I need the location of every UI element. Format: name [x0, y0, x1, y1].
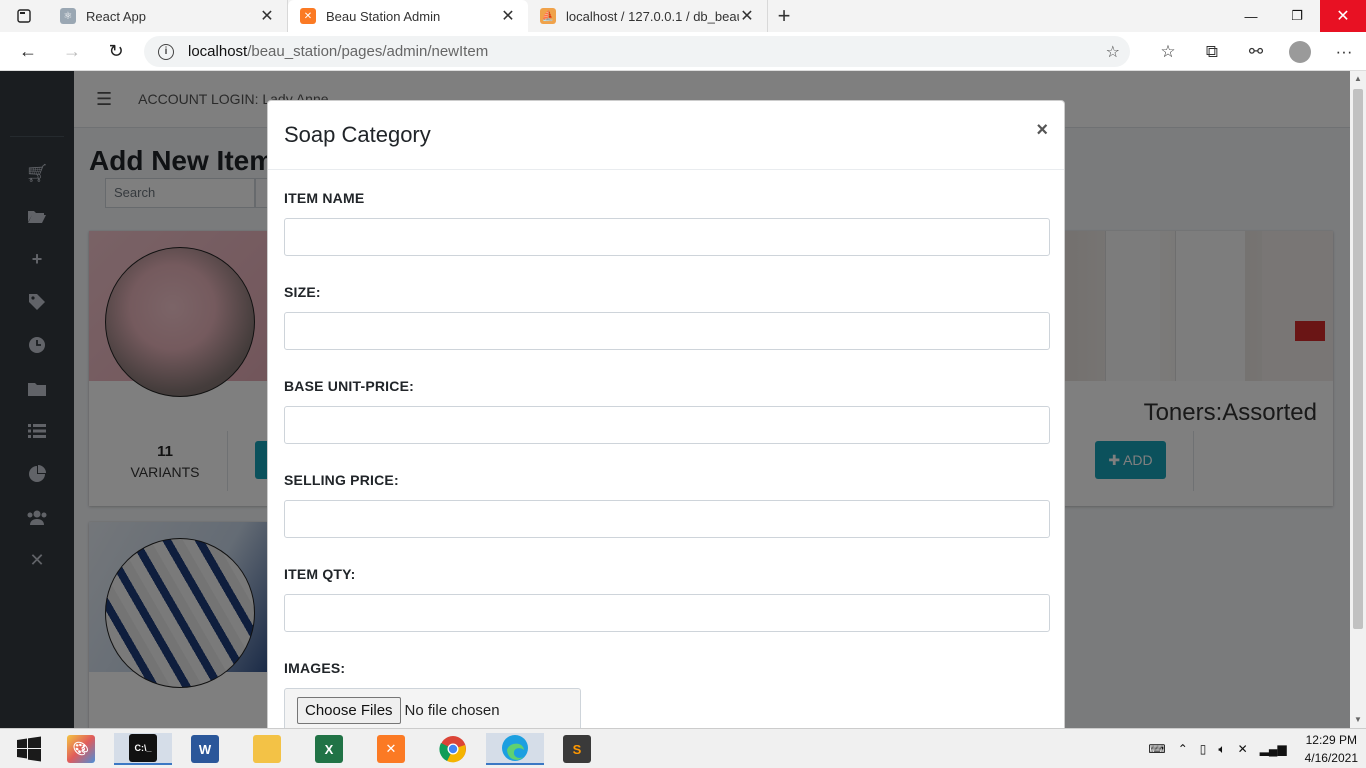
tab-label: localhost / 127.0.0.1 / db_beau_i [566, 8, 739, 24]
item-qty-input[interactable] [284, 594, 1050, 632]
close-icon[interactable]: ✕ [259, 6, 275, 26]
minimize-icon[interactable]: — [1228, 0, 1274, 32]
modal-header: Soap Category × [268, 101, 1064, 170]
collections-icon[interactable]: ⧉ [1190, 42, 1234, 62]
choose-files-button[interactable]: Choose Files [297, 696, 401, 724]
url-host: localhost [188, 43, 248, 60]
more-options-icon[interactable]: ··· [1322, 42, 1366, 62]
extensions-icon[interactable]: ⚯ [1234, 42, 1278, 62]
xampp-icon[interactable]: ✕ [362, 733, 420, 765]
forward-icon[interactable]: → [50, 32, 94, 71]
command-prompt-icon[interactable]: C:\_ [114, 733, 172, 765]
paint-icon[interactable]: 🎨︎ [52, 733, 110, 765]
window-controls: — ❐ ✕ [1228, 0, 1366, 32]
react-icon: ⚛ [60, 8, 76, 24]
browser-toolbar: ☆ ⧉ ⚯ ··· [1146, 32, 1366, 71]
scroll-down-icon[interactable]: ▼ [1350, 712, 1366, 728]
signal-icon[interactable]: ▂▄▆ [1260, 742, 1287, 756]
modal-close-button[interactable]: × [1036, 119, 1048, 142]
chrome-icon[interactable] [424, 733, 482, 765]
images-label: IMAGES: [284, 660, 346, 676]
new-tab-button[interactable]: + [768, 0, 800, 32]
word-icon[interactable]: W [176, 733, 234, 765]
selling-price-label: SELLING PRICE: [284, 472, 399, 488]
file-explorer-icon[interactable] [238, 733, 296, 765]
size-label: SIZE: [284, 284, 321, 300]
phpmyadmin-icon: ⛵ [540, 8, 556, 24]
back-icon[interactable]: ← [6, 32, 50, 71]
tab-phpmyadmin[interactable]: ⛵ localhost / 127.0.0.1 / db_beau_i ✕ [528, 0, 768, 32]
keyboard-icon[interactable]: ⌨ [1148, 742, 1165, 756]
images-file-input[interactable]: Choose Files No file chosen [284, 688, 581, 732]
file-status-text: No file chosen [404, 701, 500, 719]
base-unit-price-input[interactable] [284, 406, 1050, 444]
site-info-icon[interactable]: i [158, 43, 174, 60]
url-field[interactable]: i localhost/beau_station/pages/admin/new… [144, 36, 1130, 67]
item-name-label: ITEM NAME [284, 190, 365, 206]
sublime-text-icon[interactable]: S [548, 733, 606, 765]
tab-label: React App [86, 8, 146, 24]
scroll-up-icon[interactable]: ▲ [1350, 71, 1366, 87]
xampp-icon: ✕ [300, 8, 316, 24]
system-tray: ⌨ ⌃ ▯ 🔈︎ ✕ ▂▄▆ 12:29 PM 4/16/2021 [1142, 729, 1358, 768]
item-name-input[interactable] [284, 218, 1050, 256]
profile-avatar-icon[interactable] [1289, 40, 1311, 63]
restore-icon[interactable]: ❐ [1274, 0, 1320, 32]
browser-address-bar: ← → ↻ i localhost/beau_station/pages/adm… [0, 32, 1366, 71]
page-scrollbar[interactable]: ▲ ▼ [1350, 71, 1366, 728]
soap-category-modal: Soap Category × ITEM NAME SIZE: BASE UNI… [267, 100, 1065, 740]
tab-beau-station-admin[interactable]: ✕ Beau Station Admin ✕ [288, 0, 528, 32]
windows-taskbar: 🎨︎ C:\_ W X ✕ S ⌨ ⌃ ▯ 🔈︎ ✕ ▂▄▆ 12:29 PM … [0, 728, 1366, 768]
edge-icon[interactable] [486, 733, 544, 765]
excel-icon[interactable]: X [300, 733, 358, 765]
tray-expand-icon[interactable]: ⌃ [1178, 742, 1188, 756]
clock[interactable]: 12:29 PM 4/16/2021 [1305, 731, 1358, 767]
refresh-icon[interactable]: ↻ [94, 32, 138, 71]
window-close-icon[interactable]: ✕ [1320, 0, 1366, 32]
close-icon[interactable]: ✕ [739, 6, 755, 26]
close-icon[interactable]: ✕ [500, 6, 516, 26]
scrollbar-thumb[interactable] [1353, 89, 1363, 629]
item-qty-label: ITEM QTY: [284, 566, 356, 582]
network-off-icon[interactable]: ✕ [1238, 742, 1248, 756]
size-input[interactable] [284, 312, 1050, 350]
battery-icon[interactable]: ▯ [1200, 742, 1207, 756]
tab-react-app[interactable]: ⚛ React App ✕ [48, 0, 288, 32]
add-favorite-icon[interactable]: ☆ [1106, 42, 1120, 62]
tab-actions-icon[interactable] [0, 0, 48, 32]
selling-price-input[interactable] [284, 500, 1050, 538]
volume-icon[interactable]: 🔈︎ [1218, 742, 1225, 757]
favorites-icon[interactable]: ☆ [1146, 42, 1190, 62]
modal-title: Soap Category [284, 122, 431, 147]
browser-tab-bar: ⚛ React App ✕ ✕ Beau Station Admin ✕ ⛵ l… [0, 0, 1366, 32]
tab-label: Beau Station Admin [326, 8, 441, 24]
url-path: /beau_station/pages/admin/newItem [247, 43, 489, 60]
modal-form: ITEM NAME SIZE: BASE UNIT-PRICE: SELLING… [268, 170, 1064, 739]
base-unit-price-label: BASE UNIT-PRICE: [284, 378, 414, 394]
clock-date: 4/16/2021 [1304, 751, 1358, 765]
clock-time: 12:29 PM [1305, 733, 1357, 747]
windows-start-icon[interactable] [0, 733, 58, 765]
